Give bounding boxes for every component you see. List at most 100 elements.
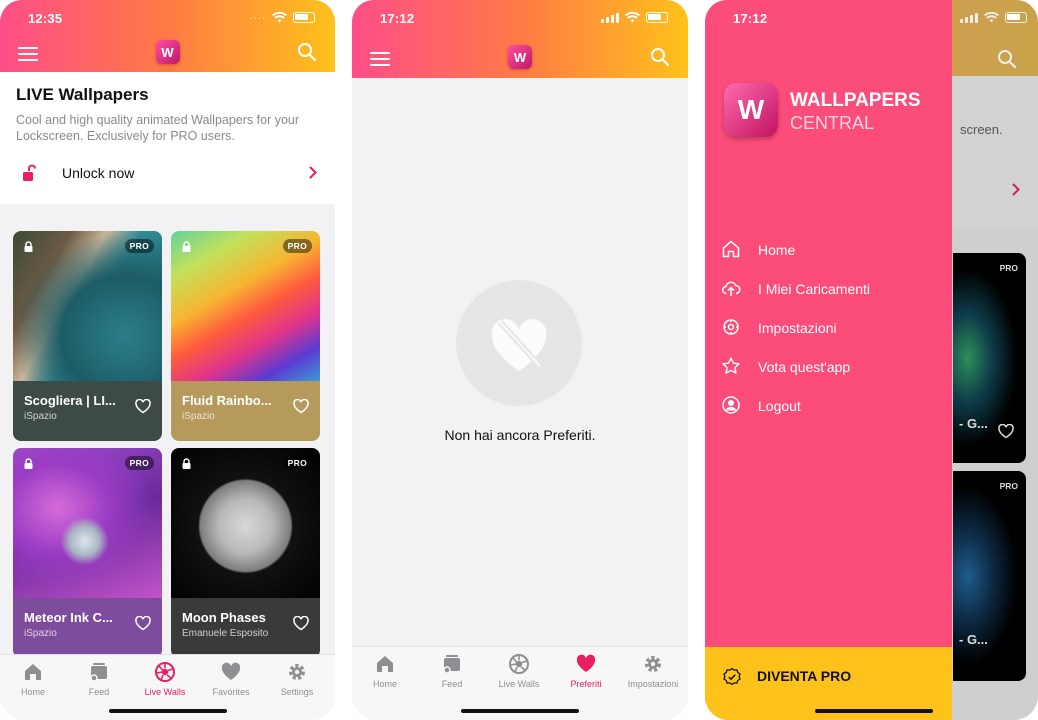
menu-icon[interactable] — [18, 47, 38, 61]
heart-icon[interactable] — [293, 399, 309, 414]
user-circle-icon — [722, 396, 740, 414]
menu-item-label: Vota quest'app — [758, 359, 851, 375]
gear-icon — [289, 664, 305, 680]
wallpaper-thumbnail — [171, 448, 320, 598]
lock-icon — [182, 241, 191, 252]
menu-item-rate-app[interactable]: Vota quest'app — [721, 355, 941, 379]
card-title: Fluid Rainbo... — [182, 393, 272, 408]
tab-favorites[interactable]: Favorites — [198, 661, 264, 697]
menu-item-label: Home — [758, 242, 796, 258]
menu-item-my-uploads[interactable]: I Miei Caricamenti — [721, 277, 941, 301]
phone-screen-live-walls: 12:35 ···· W LIVE Wallpapers Cool and hi… — [0, 0, 335, 720]
unlock-icon — [23, 164, 36, 181]
empty-favorites-message: Non hai ancora Preferiti. — [444, 427, 596, 443]
pro-badge: PRO — [282, 456, 312, 470]
become-pro-label: DIVENTA PRO — [757, 668, 852, 684]
card-title: Moon Phases — [182, 610, 266, 625]
empty-favorites-illustration — [456, 280, 582, 406]
app-logo: W — [155, 40, 180, 64]
app-logo: W — [724, 83, 778, 137]
menu-item-home[interactable]: Home — [721, 238, 941, 262]
pro-badge: PRO — [282, 239, 312, 253]
tab-label: Feed — [441, 679, 463, 689]
menu-item-settings[interactable]: Impostazioni — [721, 316, 941, 340]
tab-home[interactable]: Home — [0, 661, 66, 697]
status-time: 17:12 — [380, 11, 415, 26]
search-icon — [998, 50, 1017, 69]
tab-favorites[interactable]: Preferiti — [553, 653, 619, 689]
battery-icon — [293, 12, 315, 23]
card-info: Fluid Rainbo... iSpazio — [171, 381, 320, 441]
verified-badge-icon — [723, 667, 741, 686]
app-header: 12:35 ···· W — [0, 0, 335, 72]
status-icons — [960, 12, 1027, 23]
card-author: Emanuele Esposito — [182, 628, 269, 639]
brand-name-line2: CENTRAL — [790, 113, 875, 133]
wifi-icon — [984, 12, 999, 23]
battery-icon — [1005, 12, 1027, 23]
feed-icon — [90, 663, 107, 682]
star-icon — [722, 357, 740, 374]
aperture-icon — [155, 662, 175, 682]
wallpaper-thumbnail — [171, 231, 320, 381]
status-time: 12:35 — [28, 11, 63, 26]
chevron-right-icon — [1012, 183, 1020, 196]
home-icon — [25, 664, 41, 680]
pro-badge: PRO — [999, 263, 1018, 273]
search-icon[interactable] — [650, 47, 670, 67]
heart-icon[interactable] — [135, 616, 151, 631]
home-indicator[interactable] — [461, 709, 579, 713]
heart-icon[interactable] — [293, 616, 309, 631]
card-title: - G... — [959, 416, 988, 431]
status-icons — [601, 12, 668, 23]
wallpaper-card[interactable]: PRO Scogliera | LI... iSpazio — [13, 231, 162, 441]
live-wallpapers-promo: LIVE Wallpapers Cool and high quality an… — [0, 72, 335, 204]
wallpaper-card[interactable]: PRO Fluid Rainbo... iSpazio — [171, 231, 320, 441]
tab-live-walls[interactable]: Live Walls — [486, 653, 552, 689]
tab-label: Live Walls — [144, 687, 186, 697]
tab-label: Home — [20, 687, 45, 697]
lock-icon — [24, 241, 33, 252]
status-bar: 12:35 ···· — [0, 0, 335, 36]
dimmed-promo-text: screen. — [960, 122, 1003, 137]
chevron-right-icon — [309, 166, 317, 179]
tab-live-walls[interactable]: Live Walls — [132, 661, 198, 697]
card-author: iSpazio — [24, 628, 57, 639]
home-icon — [377, 656, 393, 672]
card-title: - G... — [959, 632, 988, 647]
heart-icon — [221, 662, 241, 680]
search-icon[interactable] — [297, 42, 317, 62]
tab-settings[interactable]: Settings — [264, 661, 330, 697]
wallpaper-card[interactable]: PRO Meteor Ink C... iSpazio — [13, 448, 162, 658]
tab-bar: Home Feed Live Walls Preferiti Impostazi… — [352, 646, 688, 720]
dimmed-card: PRO - G... — [953, 471, 1026, 681]
menu-item-label: Logout — [758, 398, 801, 414]
wallpaper-thumbnail — [13, 231, 162, 381]
tab-settings[interactable]: Impostazioni — [620, 653, 686, 689]
card-title: Scogliera | LI... — [24, 393, 116, 408]
home-indicator[interactable] — [815, 709, 933, 713]
home-indicator[interactable] — [108, 709, 227, 713]
tab-label: Home — [372, 679, 397, 689]
gear-icon — [723, 319, 739, 335]
tab-feed[interactable]: Feed — [66, 661, 132, 697]
tab-label: Feed — [88, 687, 110, 697]
signal-icon — [601, 12, 619, 23]
menu-item-label: Impostazioni — [758, 320, 837, 336]
wallpaper-card[interactable]: PRO Moon Phases Emanuele Esposito — [171, 448, 320, 658]
tab-feed[interactable]: Feed — [419, 653, 485, 689]
tab-home[interactable]: Home — [352, 653, 418, 689]
pro-badge: PRO — [999, 481, 1018, 491]
gear-icon — [645, 656, 661, 672]
menu-icon[interactable] — [370, 52, 390, 66]
cloud-upload-icon — [722, 281, 741, 296]
menu-item-logout[interactable]: Logout — [721, 394, 941, 418]
status-icons: ···· — [250, 12, 315, 23]
nav-row: W — [0, 36, 335, 72]
card-info: Scogliera | LI... iSpazio — [13, 381, 162, 441]
signal-icon — [960, 12, 978, 23]
tab-label: Live Walls — [498, 679, 540, 689]
promo-description: Cool and high quality animated Wallpaper… — [16, 113, 300, 143]
heart-icon[interactable] — [135, 399, 151, 414]
unlock-now-row[interactable]: Unlock now — [0, 158, 335, 188]
